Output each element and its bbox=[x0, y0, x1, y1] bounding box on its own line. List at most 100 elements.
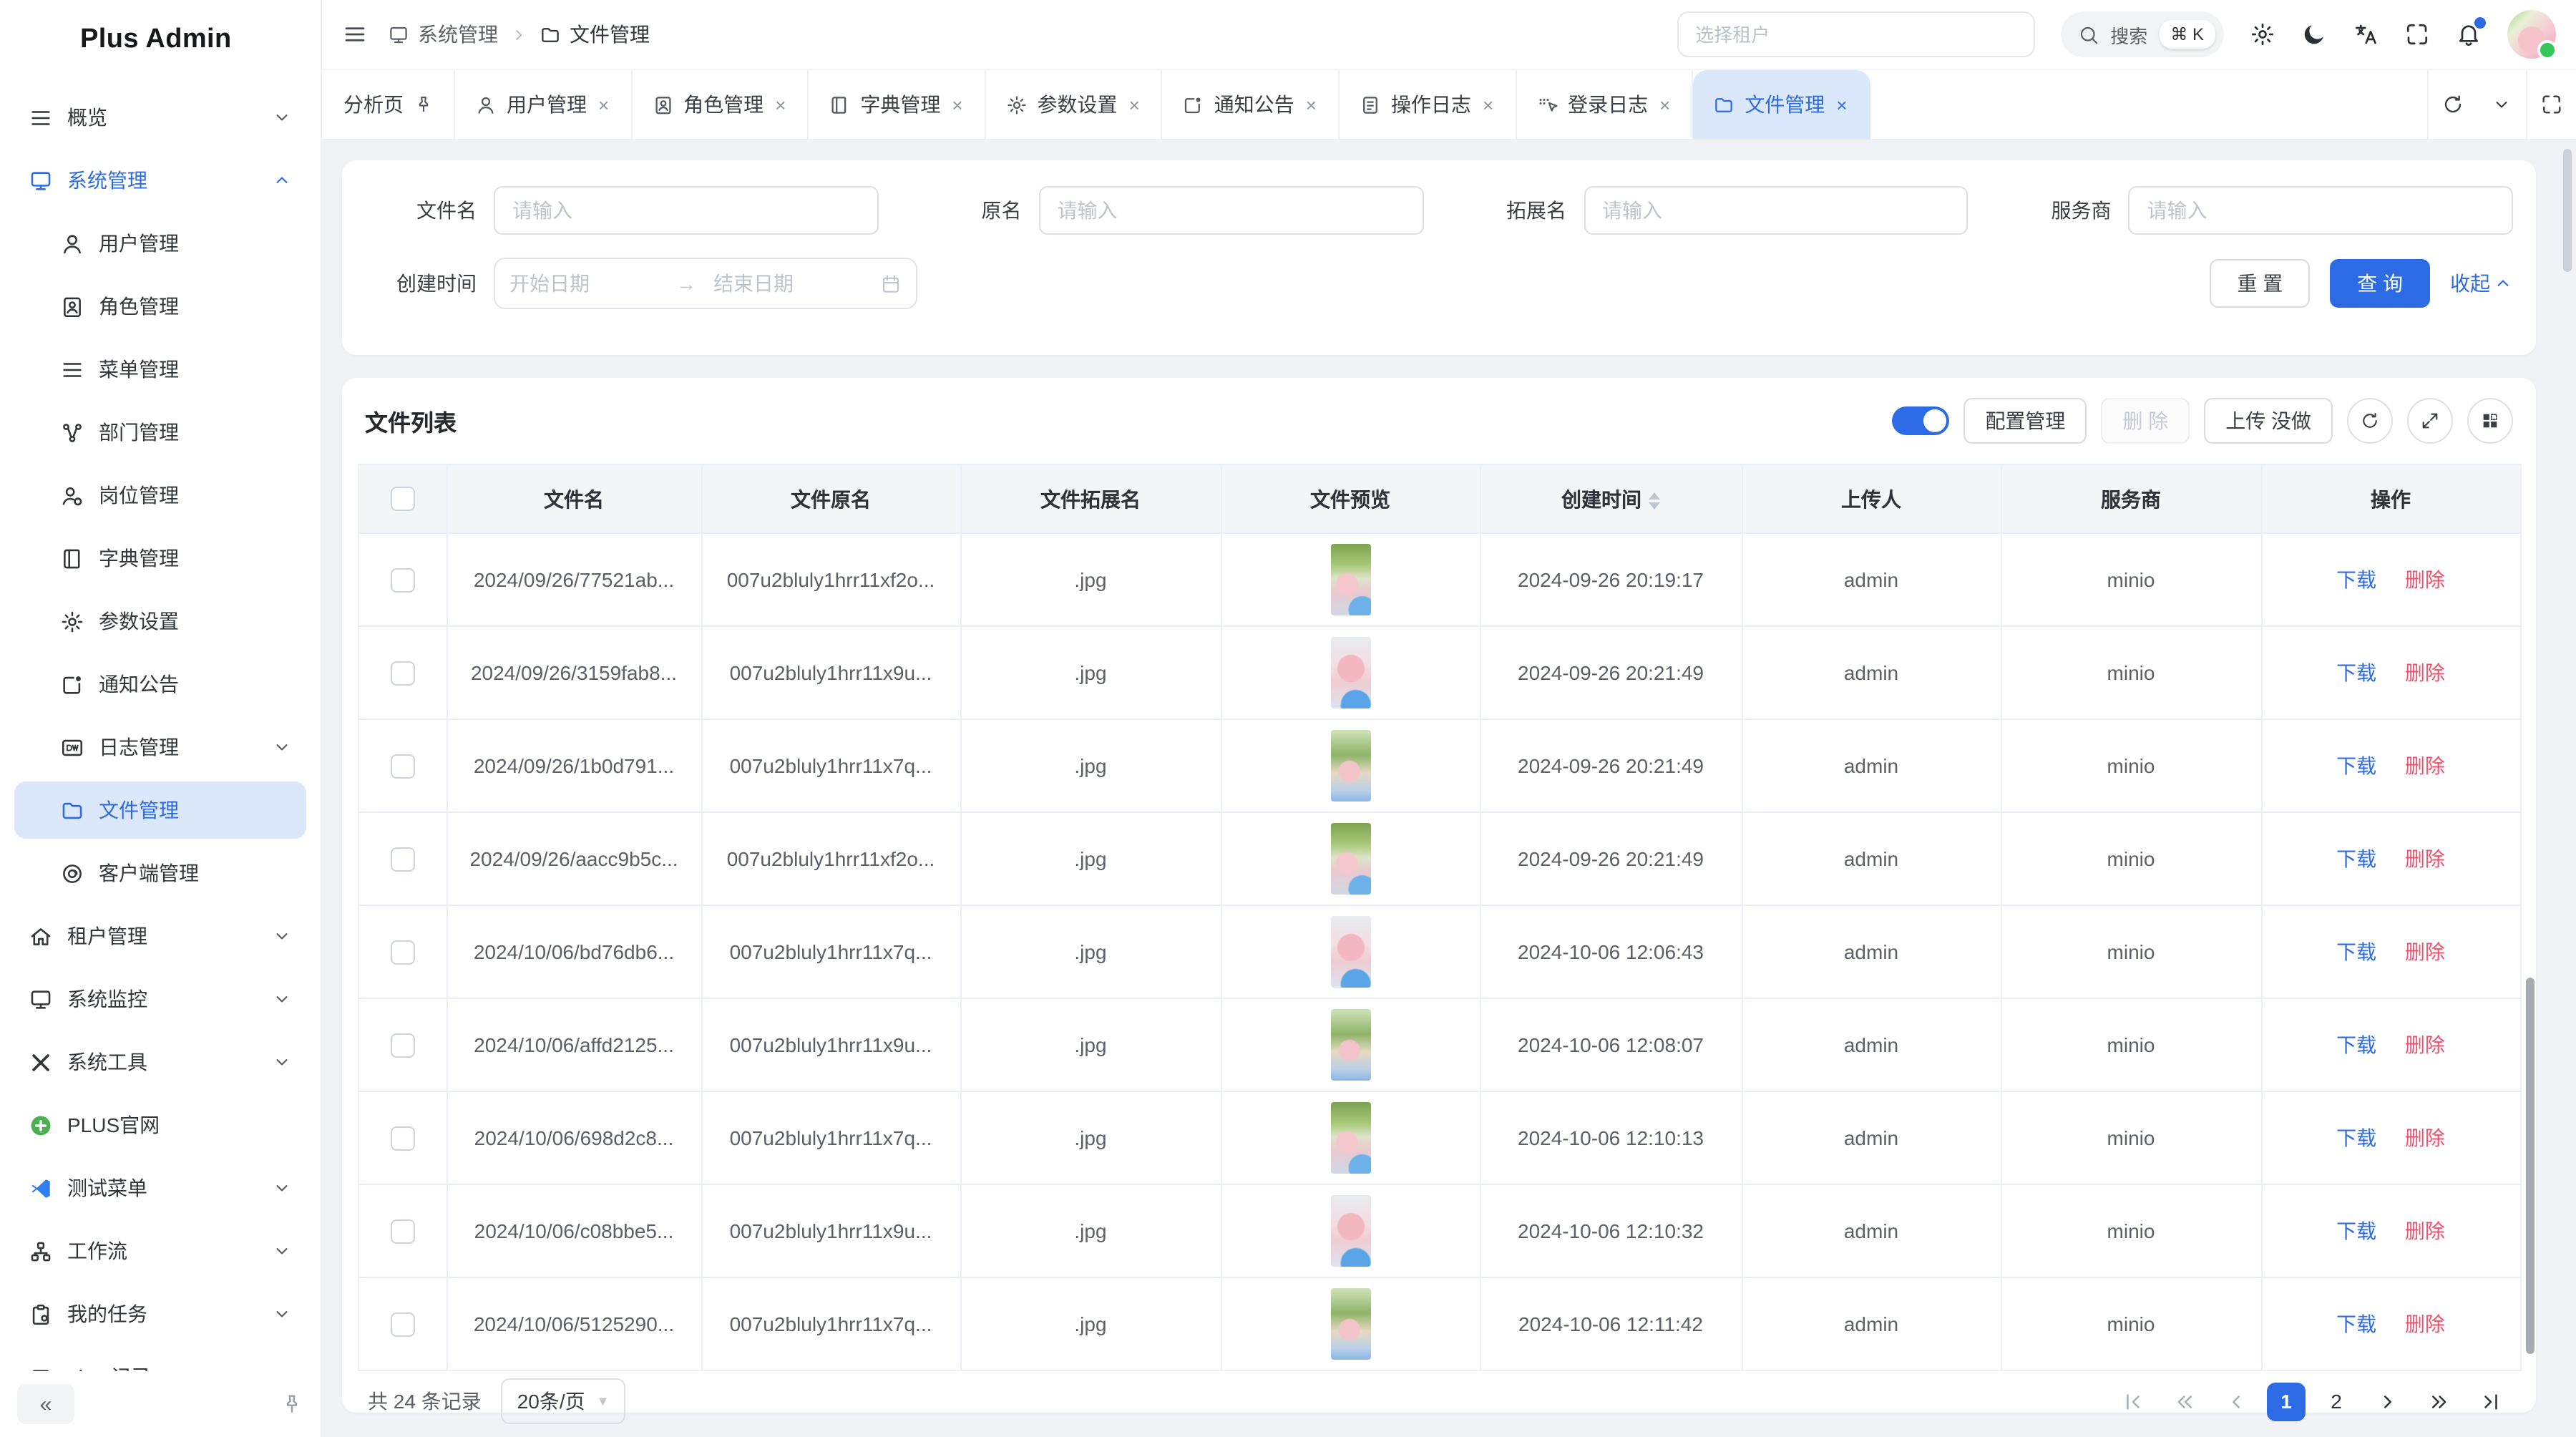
sidebar-item[interactable]: 菜单管理 bbox=[14, 341, 306, 398]
fullscreen-button[interactable] bbox=[2404, 21, 2430, 47]
file-preview-image[interactable] bbox=[1330, 823, 1370, 895]
query-button[interactable]: 查 询 bbox=[2330, 259, 2430, 308]
tab[interactable]: 用户管理 × bbox=[455, 70, 632, 139]
tab-close-icon[interactable]: × bbox=[597, 94, 610, 115]
row-checkbox[interactable] bbox=[390, 940, 414, 965]
tab-pin-icon[interactable] bbox=[414, 94, 434, 115]
last-page-button[interactable] bbox=[2470, 1381, 2510, 1421]
delete-link[interactable]: 删除 bbox=[2405, 1219, 2445, 1242]
sidebar-item[interactable]: 系统监控 bbox=[14, 970, 306, 1028]
sidebar-collapse-button[interactable]: « bbox=[17, 1384, 74, 1424]
sidebar-item[interactable]: 文件管理 bbox=[14, 781, 306, 839]
tab-close-icon[interactable]: × bbox=[1835, 94, 1848, 115]
next-page-button[interactable] bbox=[2367, 1381, 2407, 1421]
avatar[interactable] bbox=[2507, 10, 2556, 59]
tenant-select-input[interactable] bbox=[1677, 11, 2034, 57]
tab[interactable]: 通知公告 × bbox=[1163, 70, 1340, 139]
upload-button[interactable]: 上传 没做 bbox=[2204, 398, 2333, 444]
file-preview-image[interactable] bbox=[1330, 730, 1370, 802]
settings-button[interactable] bbox=[2250, 21, 2275, 47]
tab-close-icon[interactable]: × bbox=[774, 94, 787, 115]
row-checkbox[interactable] bbox=[390, 1219, 414, 1244]
sidebar-item[interactable]: 我的任务 bbox=[14, 1285, 306, 1343]
sidebar-pin-icon[interactable] bbox=[280, 1393, 303, 1416]
sidebar-item[interactable]: 租户管理 bbox=[14, 907, 306, 965]
sidebar-item[interactable]: 用户管理 bbox=[14, 215, 306, 272]
download-link[interactable]: 下载 bbox=[2336, 1312, 2376, 1335]
download-link[interactable]: 下载 bbox=[2336, 754, 2376, 777]
row-checkbox[interactable] bbox=[390, 1312, 414, 1337]
page-number-1[interactable]: 1 bbox=[2267, 1382, 2306, 1421]
breadcrumb-current[interactable]: 文件管理 bbox=[540, 20, 650, 49]
filter-field-input[interactable] bbox=[1039, 186, 1424, 235]
sidebar-item[interactable]: 概览 bbox=[14, 89, 306, 146]
sidebar-item[interactable]: 参数设置 bbox=[14, 593, 306, 650]
file-preview-image[interactable] bbox=[1330, 1102, 1370, 1174]
sidebar-item[interactable]: gitee记录 bbox=[14, 1348, 306, 1371]
toolbar-toggle[interactable] bbox=[1892, 406, 1949, 435]
table-fullscreen-button[interactable] bbox=[2407, 398, 2453, 444]
sidebar-item[interactable]: PLUS官网 bbox=[14, 1096, 306, 1154]
file-preview-image[interactable] bbox=[1330, 544, 1370, 615]
tab[interactable]: 参数设置 × bbox=[986, 70, 1163, 139]
row-checkbox[interactable] bbox=[390, 661, 414, 686]
sidebar-item[interactable]: 日志管理 bbox=[14, 718, 306, 776]
tab[interactable]: 角色管理 × bbox=[632, 70, 809, 139]
reset-button[interactable]: 重 置 bbox=[2210, 259, 2310, 308]
tab[interactable]: 字典管理 × bbox=[809, 70, 985, 139]
download-link[interactable]: 下载 bbox=[2336, 1033, 2376, 1056]
table-refresh-button[interactable] bbox=[2347, 398, 2393, 444]
sidebar-item[interactable]: 字典管理 bbox=[14, 530, 306, 587]
app-logo[interactable]: Plus Admin bbox=[0, 0, 321, 80]
page-size-select[interactable]: 20条/页 ▼ bbox=[502, 1378, 625, 1424]
filter-field-input[interactable] bbox=[2129, 186, 2514, 235]
file-preview-image[interactable] bbox=[1330, 1288, 1370, 1360]
file-preview-image[interactable] bbox=[1330, 1009, 1370, 1081]
dark-mode-button[interactable] bbox=[2301, 21, 2327, 47]
collapse-filter-link[interactable]: 收起 bbox=[2450, 269, 2513, 298]
row-checkbox[interactable] bbox=[390, 847, 414, 872]
row-checkbox[interactable] bbox=[390, 754, 414, 779]
language-button[interactable] bbox=[2353, 21, 2379, 47]
download-link[interactable]: 下载 bbox=[2336, 568, 2376, 591]
first-page-button[interactable] bbox=[2112, 1381, 2152, 1421]
delete-link[interactable]: 删除 bbox=[2405, 1312, 2445, 1335]
delete-link[interactable]: 删除 bbox=[2405, 661, 2445, 684]
batch-delete-button[interactable]: 删 除 bbox=[2101, 398, 2190, 444]
download-link[interactable]: 下载 bbox=[2336, 1126, 2376, 1149]
delete-link[interactable]: 删除 bbox=[2405, 1126, 2445, 1149]
tab-close-icon[interactable]: × bbox=[1658, 94, 1672, 115]
file-preview-image[interactable] bbox=[1330, 916, 1370, 988]
tab-close-icon[interactable]: × bbox=[1128, 94, 1141, 115]
file-preview-image[interactable] bbox=[1330, 637, 1370, 708]
next-group-button[interactable] bbox=[2419, 1381, 2459, 1421]
sidebar-item[interactable]: 测试菜单 bbox=[14, 1159, 306, 1217]
tab-close-icon[interactable]: × bbox=[1481, 94, 1495, 115]
sidebar-item[interactable]: 系统管理 bbox=[14, 152, 306, 209]
sidebar-item[interactable]: 客户端管理 bbox=[14, 844, 306, 902]
sidebar-item[interactable]: 通知公告 bbox=[14, 656, 306, 713]
filter-field-input[interactable] bbox=[1584, 186, 1968, 235]
delete-link[interactable]: 删除 bbox=[2405, 1033, 2445, 1056]
sidebar-item[interactable]: 岗位管理 bbox=[14, 467, 306, 524]
download-link[interactable]: 下载 bbox=[2336, 661, 2376, 684]
file-preview-image[interactable] bbox=[1330, 1195, 1370, 1267]
tab-close-icon[interactable]: × bbox=[950, 94, 964, 115]
tab[interactable]: 登录日志 × bbox=[1516, 70, 1693, 139]
breadcrumb-parent[interactable]: 系统管理 bbox=[388, 20, 498, 49]
delete-link[interactable]: 删除 bbox=[2405, 940, 2445, 963]
config-manage-button[interactable]: 配置管理 bbox=[1963, 398, 2087, 444]
date-range-input[interactable]: 开始日期 → 结束日期 bbox=[494, 258, 917, 309]
tab-close-icon[interactable]: × bbox=[1304, 94, 1318, 115]
tabs-maximize-button[interactable] bbox=[2527, 93, 2576, 116]
tab[interactable]: 文件管理 × bbox=[1693, 70, 1870, 139]
select-all-checkbox[interactable] bbox=[390, 487, 414, 512]
sidebar-item[interactable]: 角色管理 bbox=[14, 278, 306, 335]
column-header[interactable]: 创建时间 bbox=[1480, 464, 1742, 533]
page-number-2[interactable]: 2 bbox=[2317, 1382, 2356, 1421]
global-search[interactable]: 搜索 ⌘ K bbox=[2060, 11, 2224, 57]
row-checkbox[interactable] bbox=[390, 1126, 414, 1151]
row-checkbox[interactable] bbox=[390, 1033, 414, 1058]
prev-page-button[interactable] bbox=[2215, 1381, 2255, 1421]
delete-link[interactable]: 删除 bbox=[2405, 568, 2445, 591]
